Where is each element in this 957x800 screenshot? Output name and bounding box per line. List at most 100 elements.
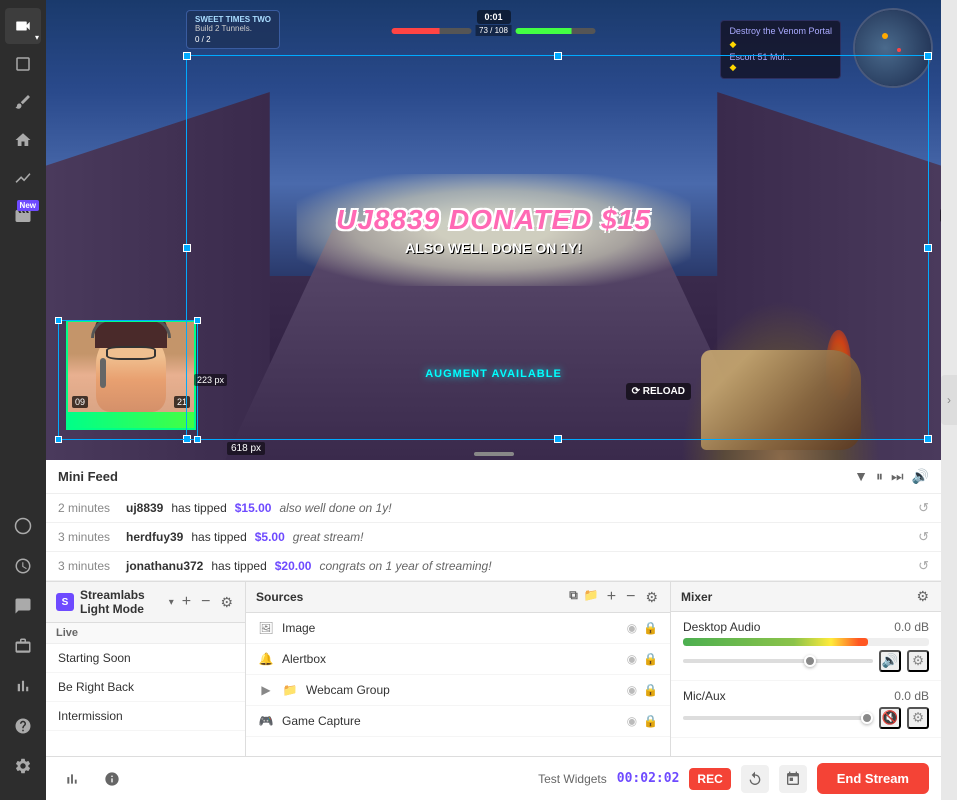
minimap (853, 8, 933, 88)
preview-area: 0:01 73 / 108 SWEET TIMES TWO Build 2 Tu… (46, 0, 941, 460)
mixer-mic-value: 0.0 dB (894, 689, 929, 703)
source-label-alertbox: Alertbox (282, 652, 326, 666)
add-scene-button[interactable]: + (180, 593, 193, 611)
source-settings-button[interactable]: ⚙ (643, 588, 660, 606)
info-icon-button[interactable] (98, 765, 126, 793)
sidebar-item-editor[interactable] (5, 84, 41, 120)
sidebar-item-help[interactable] (5, 708, 41, 744)
feed-msg-1: great stream! (293, 530, 364, 544)
source-visibility-webcam-icon[interactable]: ◉ (627, 683, 637, 697)
sidebar-item-layers[interactable] (5, 46, 41, 82)
panels-row: S Streamlabs Light Mode ▾ + − ⚙ (46, 582, 941, 756)
sidebar-item-home[interactable] (5, 122, 41, 158)
replay-button[interactable] (741, 765, 769, 793)
add-source-button[interactable]: + (605, 588, 618, 606)
sidebar-top: ▾ New (5, 8, 41, 504)
source-lock-alertbox-icon[interactable]: 🔒 (643, 652, 658, 666)
source-lock-gamecapture-icon[interactable]: 🔒 (643, 714, 658, 728)
feed-action-2: has tipped (211, 559, 266, 573)
feed-replay-2[interactable]: ↺ (918, 558, 929, 574)
mixer-mic-slider[interactable] (683, 716, 873, 720)
source-item-gamecapture[interactable]: 🎮 Game Capture ◉ 🔒 (246, 706, 670, 737)
sidebar-item-settings[interactable] (5, 748, 41, 784)
scene-section-live: Live (46, 623, 245, 644)
remove-source-button[interactable]: − (624, 588, 637, 606)
source-item-image[interactable]: 🖼 Image ◉ 🔒 (246, 613, 670, 644)
new-badge: New (17, 200, 39, 211)
scene-settings-button[interactable]: ⚙ (218, 593, 235, 611)
sidebar-item-extensions[interactable] (5, 628, 41, 664)
mixer-mic-mute[interactable]: 🔇 (879, 707, 901, 729)
mode-dropdown[interactable]: Streamlabs Light Mode ▾ (80, 588, 174, 616)
source-label-gamecapture: Game Capture (282, 714, 361, 728)
remove-scene-button[interactable]: − (199, 593, 212, 611)
bottom-panel: Mini Feed ▼ ⏸ ⏭ 🔊 2 minutes uj8839 has t… (46, 460, 941, 800)
pause-icon[interactable]: ⏸ (876, 468, 883, 485)
feed-user-0: uj8839 (126, 501, 163, 515)
feed-action-0: has tipped (171, 501, 226, 515)
rec-button[interactable]: REC (689, 768, 730, 790)
preview-resize-handle[interactable] (474, 452, 514, 456)
scene-item-be-right-back[interactable]: Be Right Back (46, 673, 245, 702)
source-lock-webcam-icon[interactable]: 🔒 (643, 683, 658, 697)
mixer-channel-desktop: Desktop Audio 0.0 dB 🔊 (671, 612, 941, 681)
sidebar-item-schedule[interactable] (5, 548, 41, 584)
source-visibility-gamecapture-icon[interactable]: ◉ (627, 714, 637, 728)
source-item-webcam[interactable]: ▶ 📁 Webcam Group ◉ 🔒 (246, 675, 670, 706)
source-item-alertbox[interactable]: 🔔 Alertbox ◉ 🔒 (246, 644, 670, 675)
sidebar-item-highlights[interactable]: New (5, 198, 41, 234)
sources-panel-header: Sources ⧉ 📁 + − ⚙ (246, 582, 670, 613)
feed-row-2: 3 minutes jonathanu372 has tipped $20.00… (46, 552, 941, 581)
feed-time-0: 2 minutes (58, 501, 118, 515)
game-canvas[interactable]: 0:01 73 / 108 SWEET TIMES TWO Build 2 Tu… (46, 0, 941, 460)
source-lock-icon[interactable]: 🔒 (643, 621, 658, 635)
sources-folder-icon[interactable]: 📁 (584, 588, 599, 606)
webcam-overlay[interactable]: 09 21 (66, 320, 196, 430)
sidebar-item-studio[interactable]: ▾ (5, 8, 41, 44)
mixer-mic-settings[interactable]: ⚙ (907, 707, 929, 729)
feed-replay-1[interactable]: ↺ (918, 529, 929, 545)
streamlabs-header: S Streamlabs Light Mode ▾ + − ⚙ (46, 582, 245, 623)
feed-time-2: 3 minutes (58, 559, 118, 573)
streamlabs-logo: S (56, 593, 74, 611)
volume-icon[interactable]: 🔊 (912, 468, 929, 485)
sources-copy-icon[interactable]: ⧉ (569, 588, 578, 606)
sidebar-item-status[interactable] (5, 508, 41, 544)
mixer-channel-mic: Mic/Aux 0.0 dB 🔇 ⚙ (671, 681, 941, 738)
feed-amount-2: $20.00 (275, 559, 312, 573)
mini-feed-header: Mini Feed ▼ ⏸ ⏭ 🔊 (46, 460, 941, 494)
end-stream-button[interactable]: End Stream (817, 763, 929, 794)
mini-feed-controls: ▼ ⏸ ⏭ 🔊 (854, 468, 929, 485)
sidebar-item-analytics[interactable] (5, 160, 41, 196)
test-widgets-label: Test Widgets (538, 772, 607, 786)
calendar-button[interactable] (779, 765, 807, 793)
scenes-panel: S Streamlabs Light Mode ▾ + − ⚙ (46, 582, 246, 756)
sources-header-controls: ⧉ 📁 + − ⚙ (569, 588, 660, 606)
mixer-desktop-value: 0.0 dB (894, 620, 929, 634)
right-collapse-handle[interactable]: › (941, 375, 957, 425)
sources-panel: Sources ⧉ 📁 + − ⚙ 🖼 Image (246, 582, 671, 756)
feed-row-0: 2 minutes uj8839 has tipped $15.00 also … (46, 494, 941, 523)
feed-replay-0[interactable]: ↺ (918, 500, 929, 516)
sidebar-item-chat[interactable] (5, 588, 41, 624)
sidebar-item-stats[interactable] (5, 668, 41, 704)
source-controls-alertbox: ◉ 🔒 (627, 652, 658, 666)
status-bar: Test Widgets 00:02:02 REC End Stream (46, 756, 941, 800)
main-content: 0:01 73 / 108 SWEET TIMES TWO Build 2 Tu… (46, 0, 941, 800)
stats-icon-button[interactable] (58, 765, 86, 793)
source-visibility-alertbox-icon[interactable]: ◉ (627, 652, 637, 666)
skip-icon[interactable]: ⏭ (891, 468, 904, 485)
stream-timer: 00:02:02 (617, 771, 680, 786)
scene-item-starting-soon[interactable]: Starting Soon (46, 644, 245, 673)
source-label-image: Image (282, 621, 315, 635)
mixer-desktop-slider[interactable] (683, 659, 873, 663)
feed-time-1: 3 minutes (58, 530, 118, 544)
mixer-settings-button[interactable]: ⚙ (914, 588, 931, 605)
mixer-desktop-meter (683, 638, 929, 646)
filter-icon[interactable]: ▼ (854, 468, 868, 485)
scene-item-intermission[interactable]: Intermission (46, 702, 245, 731)
mixer-desktop-settings[interactable]: ⚙ (907, 650, 929, 672)
mixer-desktop-mute[interactable]: 🔊 (879, 650, 901, 672)
alertbox-source-icon: 🔔 (258, 651, 274, 667)
source-visibility-icon[interactable]: ◉ (627, 621, 637, 635)
